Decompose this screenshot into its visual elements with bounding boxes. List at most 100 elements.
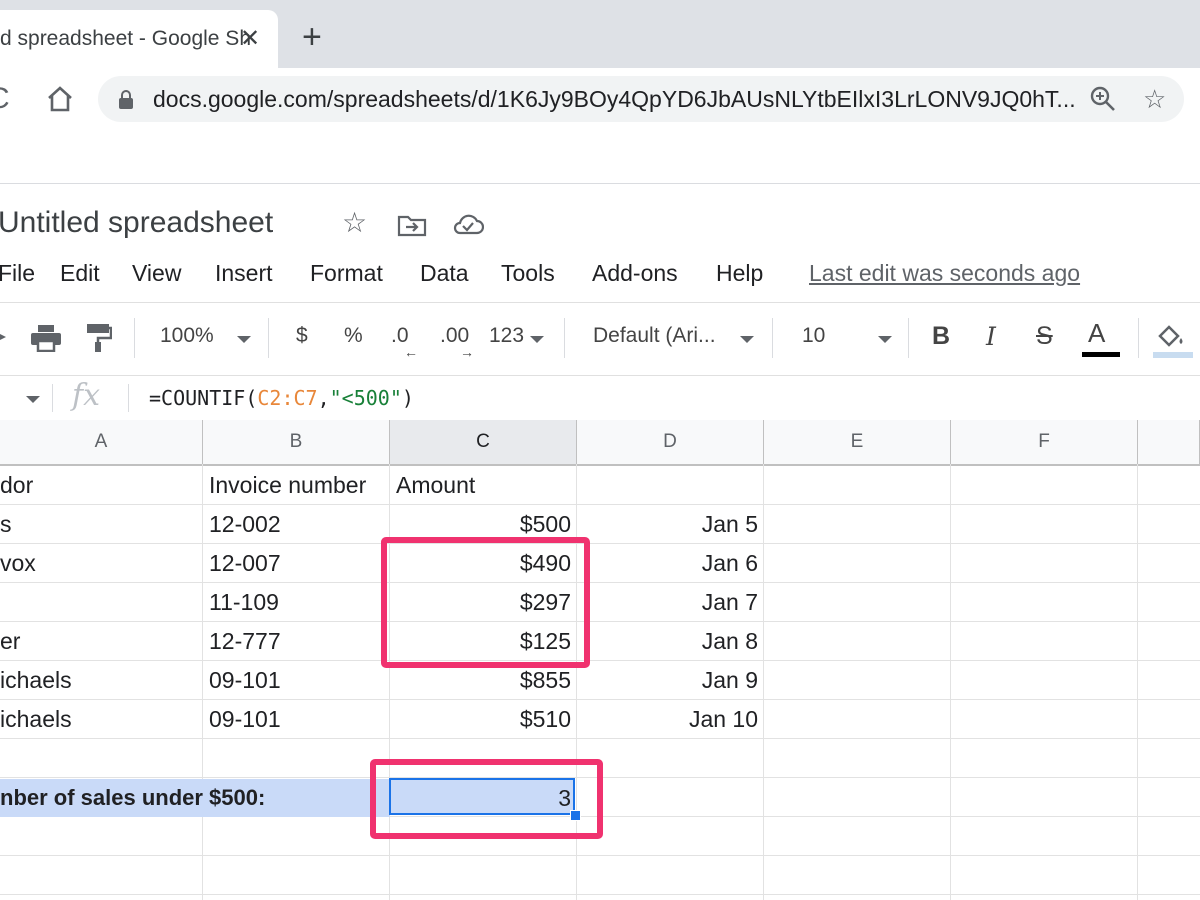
font-size-select[interactable]: 10	[802, 324, 825, 348]
cell-d7[interactable]: Jan 10	[577, 700, 758, 738]
grid-line	[1137, 464, 1138, 900]
strikethrough-button[interactable]: S	[1036, 322, 1053, 351]
move-to-folder-icon[interactable]	[397, 213, 427, 237]
lock-icon[interactable]	[118, 90, 134, 110]
toolbar-separator	[772, 318, 773, 358]
cell-b6[interactable]: 09-101	[209, 661, 281, 699]
url-text[interactable]: docs.google.com/spreadsheets/d/1K6Jy9BOy…	[153, 86, 1076, 113]
cell-d3[interactable]: Jan 6	[577, 544, 758, 582]
menu-file[interactable]: File	[0, 260, 35, 287]
divider	[52, 384, 53, 412]
bold-button[interactable]: B	[932, 322, 950, 351]
cell-b3[interactable]: 12-007	[209, 544, 281, 582]
arrow-right-icon: →	[460, 344, 474, 360]
toolbar-separator	[134, 318, 135, 358]
menu-tools[interactable]: Tools	[501, 260, 555, 287]
bookmark-star-icon[interactable]: ☆	[1143, 84, 1166, 115]
grid-line	[0, 738, 1200, 739]
name-box-dropdown-icon[interactable]	[26, 396, 40, 403]
menu-view[interactable]: View	[132, 260, 181, 287]
menu-addons[interactable]: Add-ons	[592, 260, 678, 287]
arrow-left-icon: ←	[404, 344, 418, 360]
cell-b2[interactable]: 12-002	[209, 505, 281, 543]
column-header-e[interactable]: E	[764, 420, 951, 464]
font-select[interactable]: Default (Ari...	[593, 324, 716, 348]
divider	[0, 183, 1200, 184]
italic-button[interactable]: I	[986, 322, 996, 351]
cell-a5[interactable]: er	[0, 622, 20, 660]
more-formats-button[interactable]: 123	[489, 324, 524, 348]
grid-line	[763, 464, 764, 900]
star-icon[interactable]: ☆	[342, 206, 367, 239]
column-header-c[interactable]: C	[390, 420, 577, 464]
reload-icon[interactable]: C	[0, 82, 10, 116]
highlight-box-result	[370, 759, 603, 839]
cell-b5[interactable]: 12-777	[209, 622, 281, 660]
column-header-f[interactable]: F	[951, 420, 1138, 464]
cell-d2[interactable]: Jan 5	[577, 505, 758, 543]
fill-color-icon[interactable]	[1156, 322, 1188, 350]
text-color-swatch	[1082, 352, 1120, 357]
zoom-select[interactable]: 100%	[160, 324, 214, 348]
cell-a2[interactable]: s	[0, 505, 12, 543]
divider	[128, 384, 129, 412]
cell-c1[interactable]: Amount	[396, 466, 475, 504]
zoom-icon[interactable]	[1090, 86, 1116, 112]
text-color-button[interactable]: A	[1088, 318, 1105, 349]
cell-b1[interactable]: Invoice number	[209, 466, 366, 504]
chevron-down-icon[interactable]	[237, 336, 251, 343]
fill-color-swatch	[1153, 352, 1193, 358]
menu-help[interactable]: Help	[716, 260, 763, 287]
cell-b4[interactable]: 11-109	[209, 583, 279, 621]
formula-close: )	[401, 386, 414, 410]
chevron-down-icon[interactable]	[878, 336, 892, 343]
formula-function: =COUNTIF(	[149, 386, 258, 410]
menu-insert[interactable]: Insert	[215, 260, 273, 287]
cell-a3[interactable]: vox	[0, 544, 36, 582]
percent-format-button[interactable]: %	[344, 324, 363, 348]
tab-title: d spreadsheet - Google Sh	[0, 27, 251, 50]
redo-icon[interactable]	[0, 328, 10, 346]
grid-line	[0, 855, 1200, 856]
home-icon[interactable]	[46, 86, 74, 112]
menu-edit[interactable]: Edit	[60, 260, 100, 287]
highlight-box-amounts	[381, 537, 590, 668]
cell-b7[interactable]: 09-101	[209, 700, 281, 738]
cell-d5[interactable]: Jan 8	[577, 622, 758, 660]
grid-line	[202, 464, 203, 900]
last-edit-link[interactable]: Last edit was seconds ago	[809, 260, 1080, 287]
cell-c7[interactable]: $510	[390, 700, 571, 738]
column-header-a[interactable]: A	[0, 420, 203, 464]
column-header-d[interactable]: D	[577, 420, 764, 464]
formula-comma: ,	[317, 386, 330, 410]
print-icon[interactable]	[30, 324, 62, 352]
chevron-down-icon[interactable]	[530, 336, 544, 343]
toolbar-separator	[268, 318, 269, 358]
fx-icon: fx	[72, 378, 101, 413]
menu-format[interactable]: Format	[310, 260, 383, 287]
toolbar-separator	[908, 318, 909, 358]
column-header-b[interactable]: B	[203, 420, 390, 464]
formula-criteria: "<500"	[329, 386, 402, 410]
paint-format-icon[interactable]	[86, 323, 112, 353]
chevron-down-icon[interactable]	[740, 336, 754, 343]
summary-label: nber of sales under $500:	[0, 785, 266, 810]
grid-line	[0, 894, 1200, 895]
grid-line	[950, 464, 951, 900]
cloud-saved-icon[interactable]	[452, 213, 484, 235]
toolbar-separator	[564, 318, 565, 358]
tab-close-icon[interactable]: ✕	[240, 24, 260, 53]
document-title[interactable]: Untitled spreadsheet	[0, 206, 273, 240]
menu-data[interactable]: Data	[420, 260, 469, 287]
formula-range: C2:C7	[257, 386, 318, 410]
cell-d6[interactable]: Jan 9	[577, 661, 758, 699]
formula-input[interactable]: =COUNTIF(C2:C7,"<500")	[149, 386, 414, 410]
cell-a6[interactable]: ichaels	[0, 661, 72, 699]
cell-d4[interactable]: Jan 7	[577, 583, 758, 621]
cell-a1[interactable]: dor	[0, 466, 33, 504]
column-header-g[interactable]	[1138, 420, 1200, 464]
toolbar-separator	[1138, 318, 1139, 358]
new-tab-button[interactable]: +	[302, 20, 322, 54]
currency-format-button[interactable]: $	[296, 324, 308, 348]
cell-a7[interactable]: ichaels	[0, 700, 72, 738]
